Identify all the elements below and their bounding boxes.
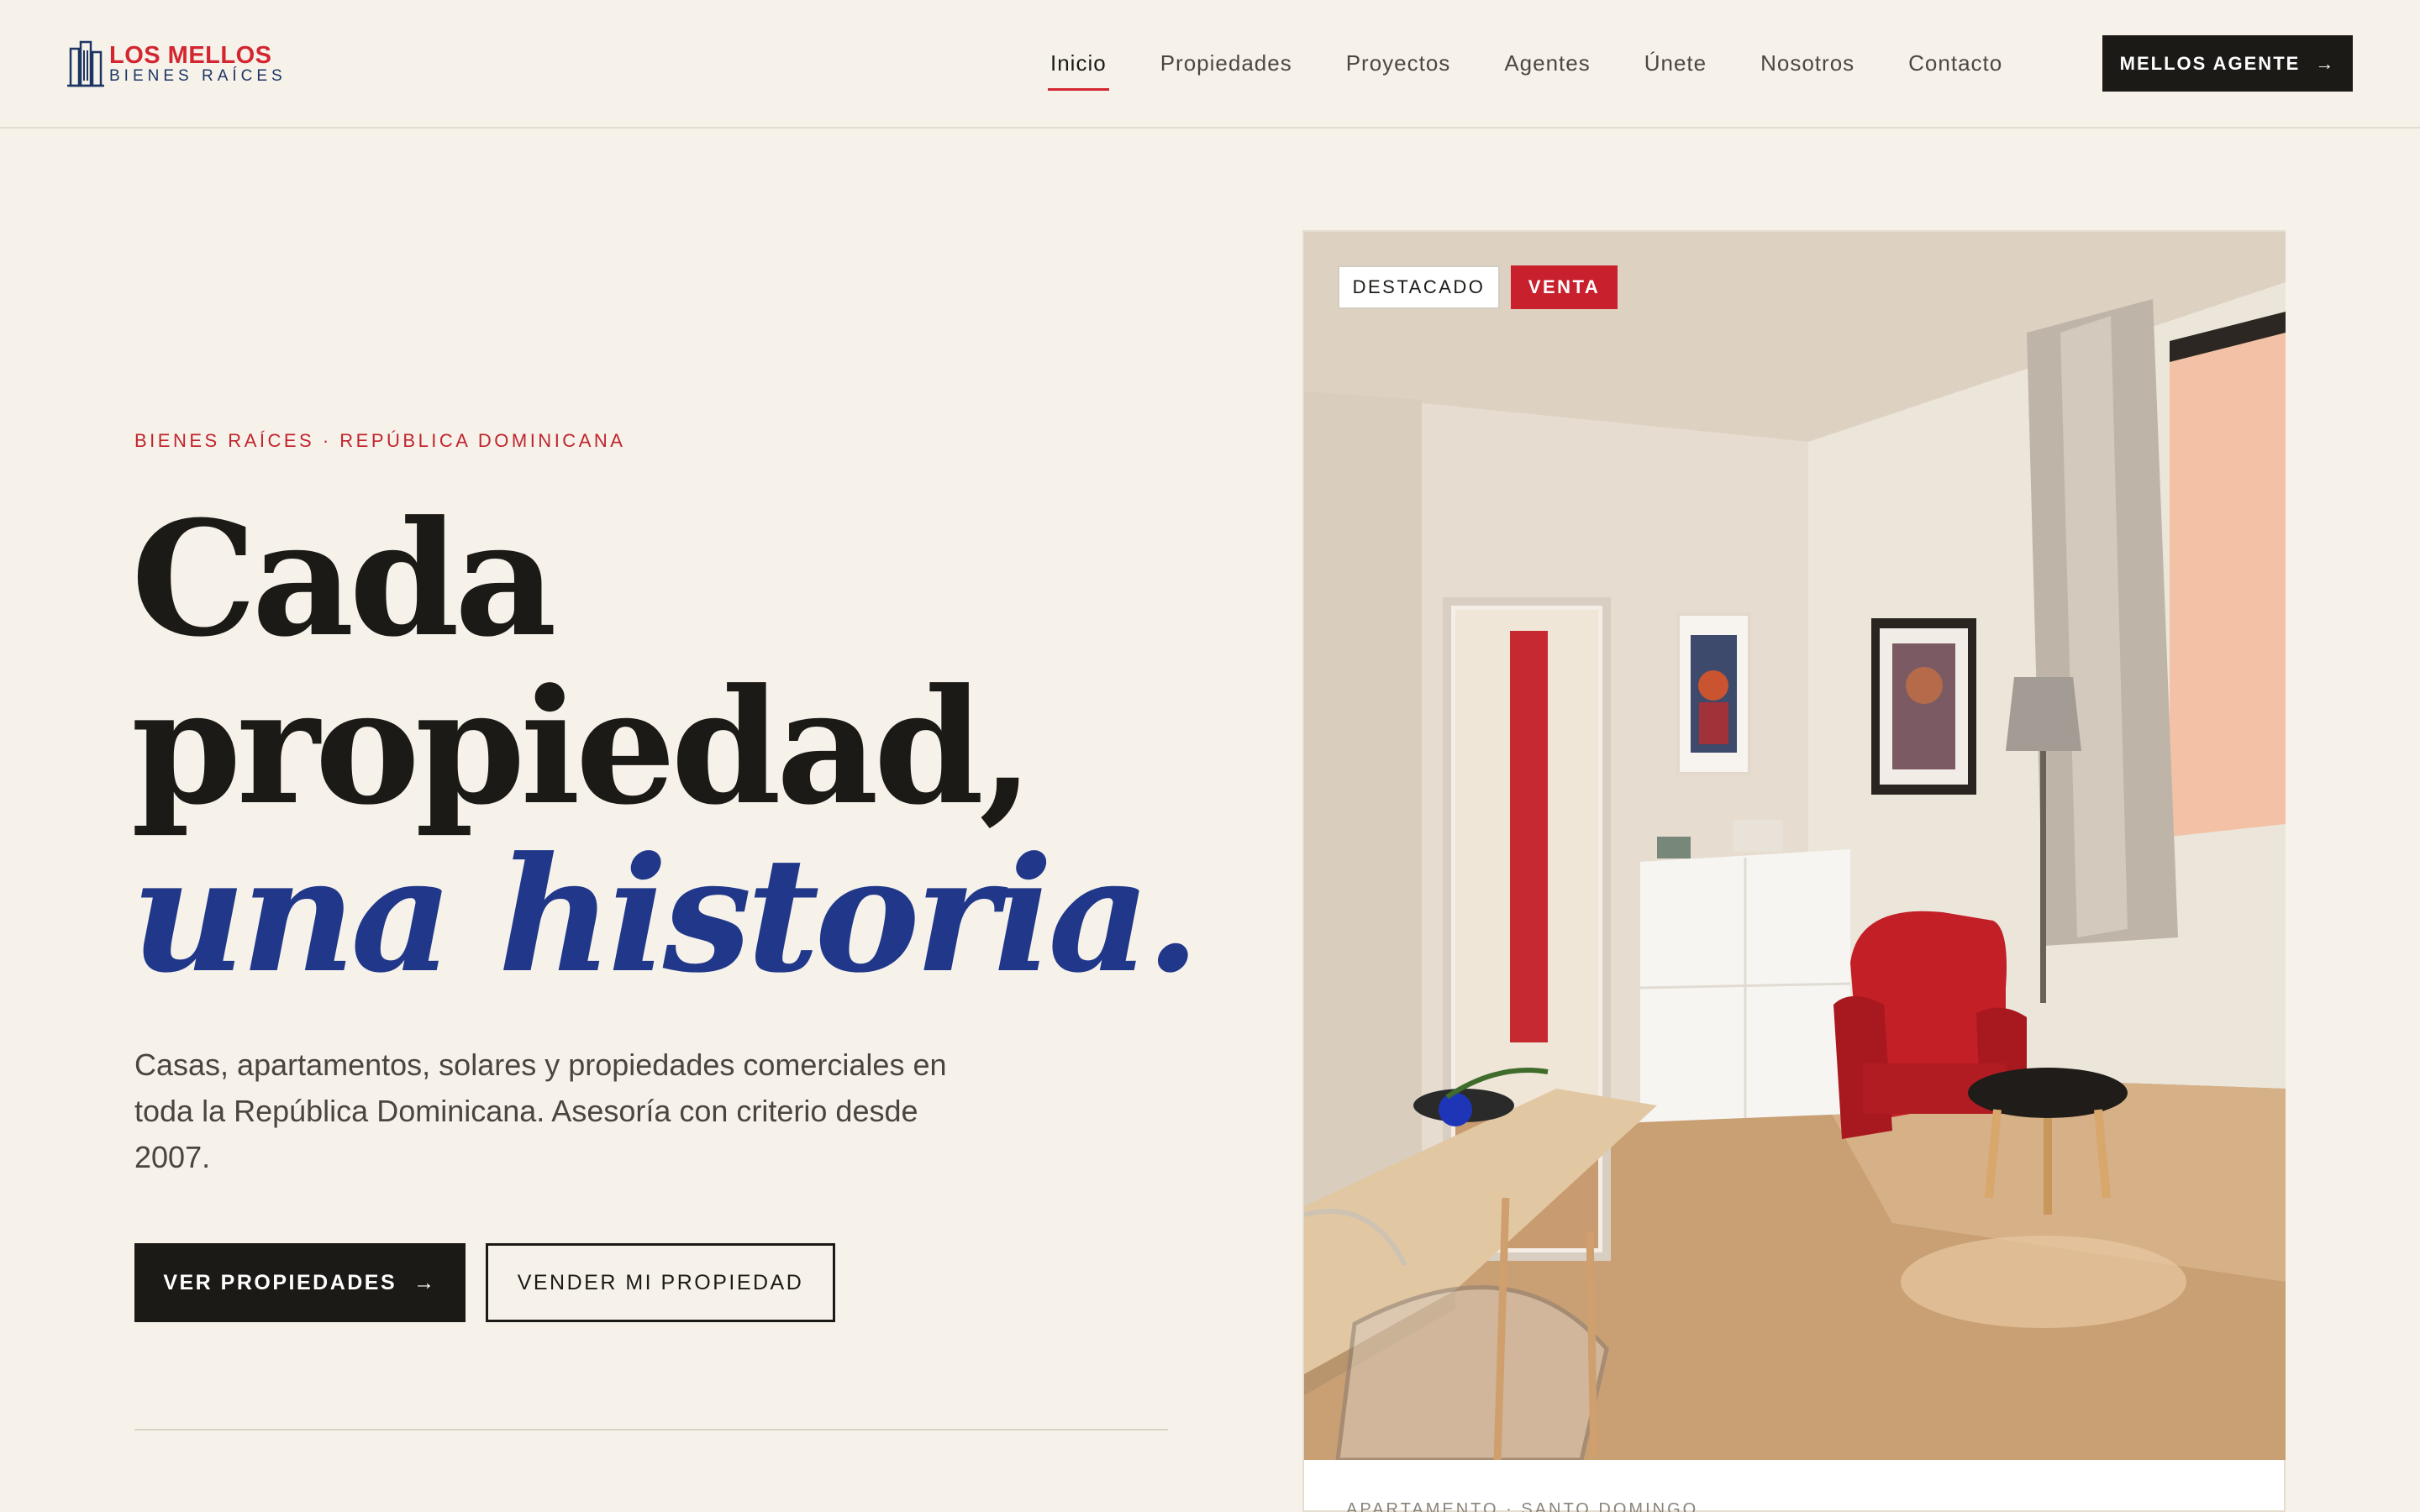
brand-name: LOS MELLOS	[109, 42, 272, 69]
brand-tagline: BIENES RAÍCES	[109, 67, 287, 85]
badge-venta: VENTA	[1511, 265, 1618, 309]
nav-item-nosotros[interactable]: Nosotros	[1760, 45, 1854, 91]
badge-destacado: DESTACADO	[1338, 265, 1500, 309]
ver-propiedades-label: VER PROPIEDADES	[163, 1270, 397, 1294]
brand-logo[interactable]: LOS MELLOS BIENES RAÍCES	[67, 40, 287, 87]
mellos-agente-label: MELLOS AGENTE	[2119, 52, 2301, 74]
hero-headline: Cada propiedad, una historia.	[131, 486, 1201, 1008]
nav-item-agentes[interactable]: Agentes	[1504, 45, 1590, 91]
ver-propiedades-button[interactable]: VER PROPIEDADES →	[134, 1243, 466, 1322]
featured-property-card[interactable]: DESTACADO VENTA APARTAMENTO · SANTO DOMI…	[1302, 230, 2286, 1512]
living-room-illustration	[1304, 232, 2286, 1460]
nav-item-contacto[interactable]: Contacto	[1908, 45, 2002, 91]
headline-line-3: una historia.	[131, 822, 1201, 1008]
arrow-right-icon: →	[413, 1270, 437, 1294]
headline-line-2: propiedad,	[131, 654, 1034, 840]
main-nav: Inicio Propiedades Proyectos Agentes Úne…	[1048, 45, 2002, 91]
nav-item-propiedades[interactable]: Propiedades	[1160, 45, 1292, 91]
building-logo-icon	[67, 40, 104, 87]
hero-divider	[134, 1429, 1168, 1431]
headline-line-1: Cada	[131, 486, 557, 672]
hero-lead: Casas, apartamentos, solares y propiedad…	[134, 1047, 947, 1174]
site-header: LOS MELLOS BIENES RAÍCES Inicio Propieda…	[0, 0, 2420, 129]
arrow-right-icon: →	[2315, 52, 2336, 74]
property-meta: APARTAMENTO · SANTO DOMINGO	[1346, 1500, 1699, 1512]
property-photo[interactable]: DESTACADO VENTA	[1304, 232, 2286, 1460]
hero-eyebrow: BIENES RAÍCES · REPÚBLICA DOMINICANA	[134, 430, 626, 451]
nav-item-inicio[interactable]: Inicio	[1048, 45, 1109, 91]
vender-propiedad-button[interactable]: VENDER MI PROPIEDAD	[486, 1243, 835, 1322]
mellos-agente-button[interactable]: MELLOS AGENTE →	[2102, 35, 2353, 92]
nav-item-unete[interactable]: Únete	[1644, 45, 1707, 91]
nav-item-proyectos[interactable]: Proyectos	[1346, 45, 1451, 91]
